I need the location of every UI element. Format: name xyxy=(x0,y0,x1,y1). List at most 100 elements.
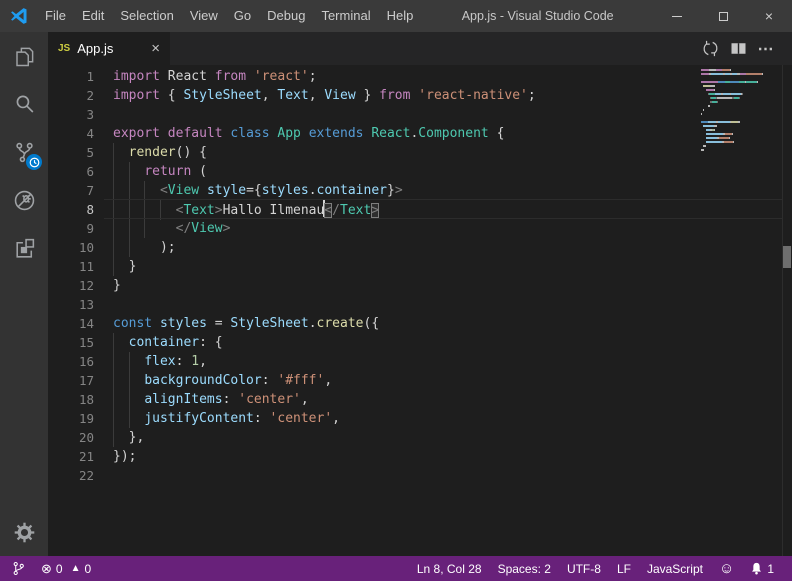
code-line[interactable]: 10 ); xyxy=(48,238,792,257)
warnings-icon: ▲ xyxy=(71,563,81,574)
code-token: Text xyxy=(277,88,308,103)
line-number[interactable]: 3 xyxy=(48,105,94,124)
line-number[interactable]: 17 xyxy=(48,371,94,390)
line-number[interactable]: 2 xyxy=(48,86,94,105)
line-number[interactable]: 6 xyxy=(48,162,94,181)
indent-guide xyxy=(113,371,114,390)
code-line[interactable]: 4export default class App extends React.… xyxy=(48,124,792,143)
code-token: , xyxy=(199,354,207,369)
indent-guide xyxy=(129,219,130,238)
line-number[interactable]: 4 xyxy=(48,124,94,143)
line-number[interactable]: 15 xyxy=(48,333,94,352)
line-number[interactable]: 5 xyxy=(48,143,94,162)
code-token: : xyxy=(254,411,270,426)
line-number[interactable]: 14 xyxy=(48,314,94,333)
more-actions-button[interactable]: ⋯ xyxy=(752,36,780,62)
menu-help[interactable]: Help xyxy=(379,0,422,32)
js-file-icon: JS xyxy=(58,43,70,54)
line-number[interactable]: 11 xyxy=(48,257,94,276)
code-token: React xyxy=(371,126,410,141)
scrollbar-thumb[interactable] xyxy=(783,246,791,268)
code-token: ); xyxy=(160,240,176,255)
line-number[interactable]: 18 xyxy=(48,390,94,409)
feedback-smiley-icon[interactable]: ☺ xyxy=(719,560,734,577)
eol-item[interactable]: LF xyxy=(617,562,631,576)
warnings-count: 0 xyxy=(85,562,92,576)
code-line[interactable]: 14const styles = StyleSheet.create({ xyxy=(48,314,792,333)
code-line[interactable]: 1import React from 'react'; xyxy=(48,67,792,86)
code-line[interactable]: 5 render() { xyxy=(48,143,792,162)
editor-actions: ⋯ xyxy=(696,32,792,65)
code-token: import xyxy=(113,88,168,103)
code-token: : { xyxy=(199,335,222,350)
menu-view[interactable]: View xyxy=(182,0,226,32)
code-line[interactable]: 2import { StyleSheet, Text, View } from … xyxy=(48,86,792,105)
code-line[interactable]: 21}); xyxy=(48,447,792,466)
line-number[interactable]: 20 xyxy=(48,428,94,447)
activity-search-button[interactable] xyxy=(0,80,48,128)
activity-extensions-button[interactable] xyxy=(0,224,48,272)
line-number[interactable]: 16 xyxy=(48,352,94,371)
code-line[interactable]: 15 container: { xyxy=(48,333,792,352)
menu-edit[interactable]: Edit xyxy=(74,0,112,32)
split-editor-button[interactable] xyxy=(724,36,752,62)
code-token: from xyxy=(215,69,254,84)
line-number[interactable]: 1 xyxy=(48,67,94,86)
code-line[interactable]: 17 backgroundColor: '#fff', xyxy=(48,371,792,390)
indentation-item[interactable]: Spaces: 2 xyxy=(498,562,551,576)
line-number[interactable]: 19 xyxy=(48,409,94,428)
code-line[interactable]: 16 flex: 1, xyxy=(48,352,792,371)
code-line[interactable]: 9 </View> xyxy=(48,219,792,238)
line-number[interactable]: 22 xyxy=(48,466,94,485)
notifications-item[interactable]: 1 xyxy=(750,562,774,576)
code-token: > xyxy=(371,203,379,218)
close-button[interactable]: × xyxy=(746,0,792,32)
line-number[interactable]: 8 xyxy=(48,200,94,219)
activity-explorer-button[interactable] xyxy=(0,32,48,80)
code-line[interactable]: 13 xyxy=(48,295,792,314)
open-changes-button[interactable] xyxy=(696,36,724,62)
code-lines: 1import React from 'react';2import { Sty… xyxy=(48,65,792,485)
tab-close-icon[interactable]: × xyxy=(151,41,160,56)
minimize-button[interactable] xyxy=(654,0,700,32)
editor[interactable]: 1import React from 'react';2import { Sty… xyxy=(48,65,792,556)
line-number[interactable]: 21 xyxy=(48,447,94,466)
encoding-item[interactable]: UTF-8 xyxy=(567,562,601,576)
activity-source-control-button[interactable] xyxy=(0,128,48,176)
manage-button[interactable] xyxy=(0,508,48,556)
code-line[interactable]: 6 return ( xyxy=(48,162,792,181)
language-mode-item[interactable]: JavaScript xyxy=(647,562,703,576)
menu-go[interactable]: Go xyxy=(226,0,259,32)
cursor-position-item[interactable]: Ln 8, Col 28 xyxy=(417,562,482,576)
line-number[interactable]: 10 xyxy=(48,238,94,257)
code-line[interactable]: 20 }, xyxy=(48,428,792,447)
git-branch-item[interactable] xyxy=(12,561,25,576)
code-line[interactable]: 19 justifyContent: 'center', xyxy=(48,409,792,428)
problems-item[interactable]: ⊗ 0 ▲ 0 xyxy=(41,561,91,577)
menu-file[interactable]: File xyxy=(37,0,74,32)
indent-guide xyxy=(144,200,145,220)
code-line[interactable]: 22 xyxy=(48,466,792,485)
menu-debug[interactable]: Debug xyxy=(259,0,313,32)
code-token: from xyxy=(379,88,418,103)
line-number[interactable]: 7 xyxy=(48,181,94,200)
code-line[interactable]: 11 } xyxy=(48,257,792,276)
code-line[interactable]: 18 alignItems: 'center', xyxy=(48,390,792,409)
menu-selection[interactable]: Selection xyxy=(112,0,181,32)
tab-appjs[interactable]: JS App.js × xyxy=(48,32,170,65)
code-line[interactable]: 3 xyxy=(48,105,792,124)
scrollbar-track[interactable] xyxy=(782,65,792,556)
minimap[interactable] xyxy=(701,68,781,156)
line-number[interactable]: 13 xyxy=(48,295,94,314)
activity-debug-button[interactable] xyxy=(0,176,48,224)
code-token: > xyxy=(215,203,223,218)
code-line[interactable]: 7 <View style={styles.container}> xyxy=(48,181,792,200)
code-line[interactable]: 12} xyxy=(48,276,792,295)
maximize-button[interactable] xyxy=(700,0,746,32)
code-token: > xyxy=(223,221,231,236)
code-line[interactable]: 8 <Text>Hallo Ilmenau</Text> xyxy=(48,200,792,219)
line-number[interactable]: 12 xyxy=(48,276,94,295)
line-number[interactable]: 9 xyxy=(48,219,94,238)
menu-terminal[interactable]: Terminal xyxy=(313,0,378,32)
open-changes-icon xyxy=(700,38,721,59)
